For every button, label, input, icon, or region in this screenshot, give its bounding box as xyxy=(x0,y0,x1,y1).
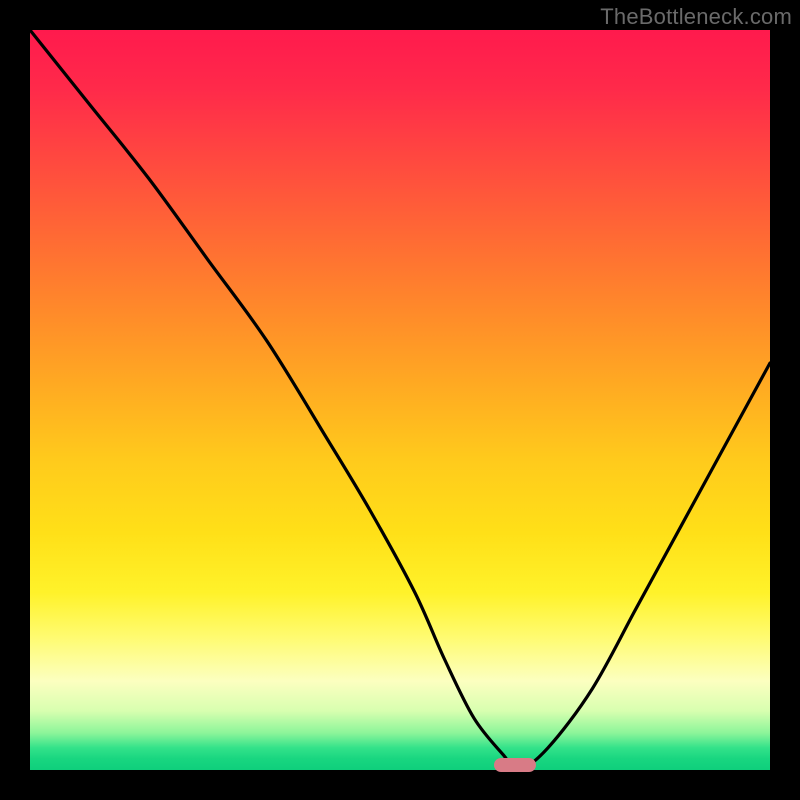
chart-frame: TheBottleneck.com xyxy=(0,0,800,800)
optimum-marker xyxy=(494,758,536,772)
watermark-text: TheBottleneck.com xyxy=(600,4,792,30)
bottleneck-curve xyxy=(30,30,770,770)
